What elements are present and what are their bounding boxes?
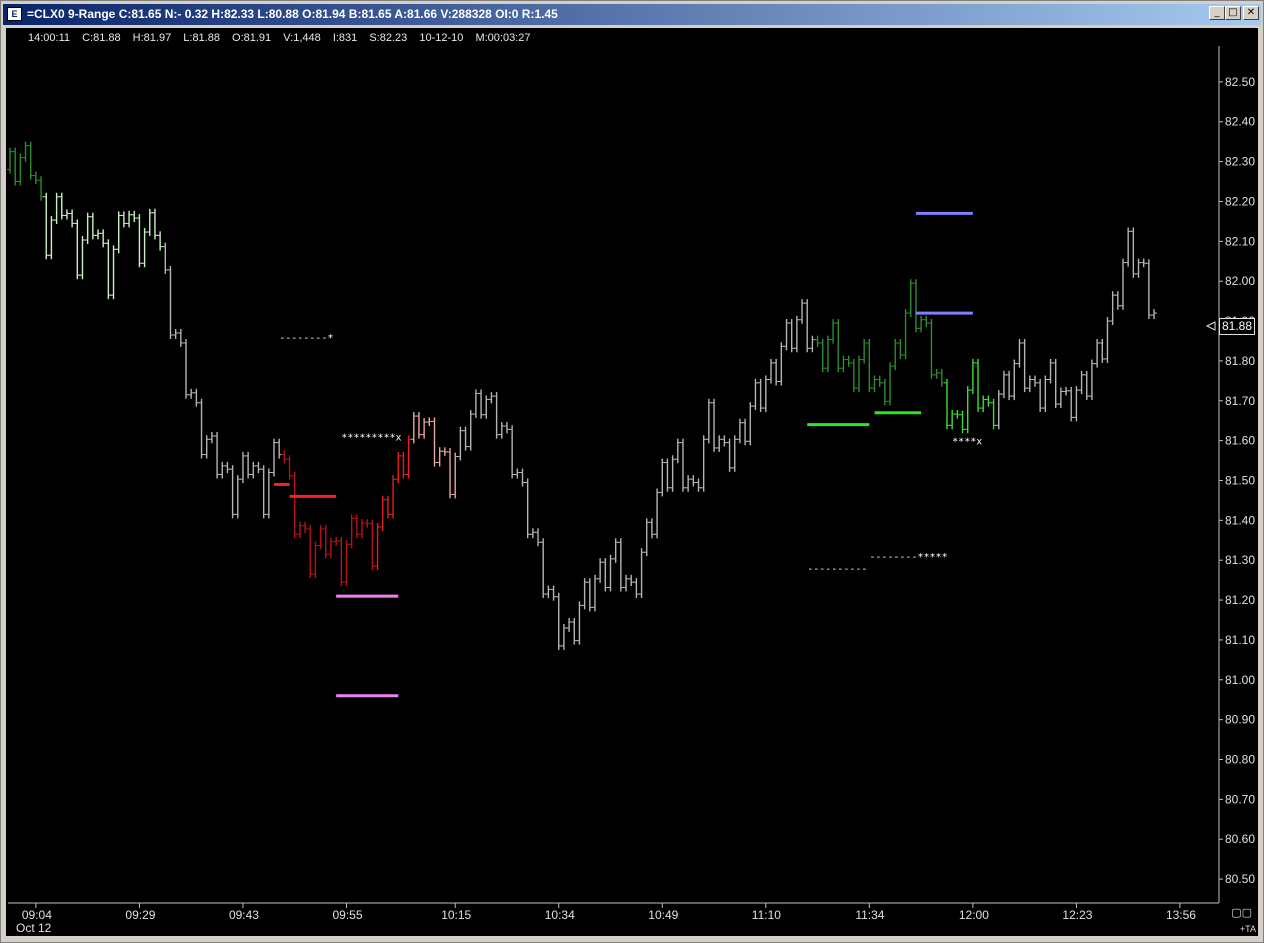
last-price-badge: 81.88	[1219, 318, 1255, 335]
marker-text: --------*****	[869, 552, 947, 563]
maximize-button[interactable]: □	[1225, 6, 1241, 20]
x-tick-label: 09:04	[22, 908, 52, 922]
corner-buttons[interactable]: ▢▢	[1231, 906, 1252, 919]
marker-text: *********x	[341, 433, 401, 444]
x-tick-label: 12:00	[959, 908, 989, 922]
ta-label[interactable]: +TA	[1240, 924, 1256, 934]
x-tick-label: 09:43	[229, 908, 259, 922]
marker-text: --------*	[279, 333, 333, 344]
title-bar[interactable]: E =CLX0 9-Range C:81.65 N:- 0.32 H:82.33…	[3, 4, 1261, 25]
y-tick-label: 82.00	[1225, 274, 1255, 288]
x-tick-label: 10:15	[441, 908, 471, 922]
price-chart[interactable]: 82.5082.4082.3082.2082.1082.0081.9081.80…	[6, 28, 1258, 936]
x-tick-label: 10:49	[648, 908, 678, 922]
chart-area[interactable]: 14:00:11 C:81.88 H:81.97 L:81.88 O:81.91…	[6, 28, 1258, 936]
x-tick-label: 10:34	[545, 908, 575, 922]
x-tick-label: 12:23	[1062, 908, 1092, 922]
close-button[interactable]: ✕	[1243, 6, 1259, 20]
y-tick-label: 81.50	[1225, 473, 1255, 487]
x-date-label: Oct 12	[16, 921, 52, 935]
x-tick-label: 11:10	[752, 908, 781, 922]
y-tick-label: 81.30	[1225, 553, 1255, 567]
y-tick-label: 81.40	[1225, 513, 1255, 527]
y-tick-label: 81.60	[1225, 434, 1255, 448]
y-tick-label: 80.50	[1225, 872, 1255, 886]
y-tick-label: 80.90	[1225, 713, 1255, 727]
y-tick-label: 81.10	[1225, 633, 1255, 647]
x-tick-label: 13:56	[1166, 908, 1196, 922]
last-price-pointer-icon	[1205, 321, 1216, 331]
marker-text: ****x	[952, 437, 982, 448]
y-tick-label: 81.80	[1225, 354, 1255, 368]
y-tick-label: 82.30	[1225, 155, 1255, 169]
y-tick-label: 80.80	[1225, 753, 1255, 767]
y-tick-label: 82.40	[1225, 115, 1255, 129]
marker-text: ----------	[807, 564, 867, 575]
chart-window-icon[interactable]: E	[7, 7, 22, 21]
y-tick-label: 80.70	[1225, 792, 1255, 806]
y-tick-label: 82.20	[1225, 194, 1255, 208]
minimize-button[interactable]: _	[1209, 6, 1225, 20]
y-tick-label: 81.20	[1225, 593, 1255, 607]
y-tick-label: 82.50	[1225, 75, 1255, 89]
y-tick-label: 81.00	[1225, 673, 1255, 687]
x-tick-label: 09:55	[332, 908, 362, 922]
y-tick-label: 81.70	[1225, 394, 1255, 408]
y-tick-label: 82.10	[1225, 234, 1255, 248]
x-tick-label: 09:29	[125, 908, 155, 922]
y-tick-label: 80.60	[1225, 832, 1255, 846]
x-tick-label: 11:34	[855, 908, 884, 922]
chart-window: E =CLX0 9-Range C:81.65 N:- 0.32 H:82.33…	[0, 0, 1264, 943]
window-title: =CLX0 9-Range C:81.65 N:- 0.32 H:82.33 L…	[27, 7, 558, 21]
